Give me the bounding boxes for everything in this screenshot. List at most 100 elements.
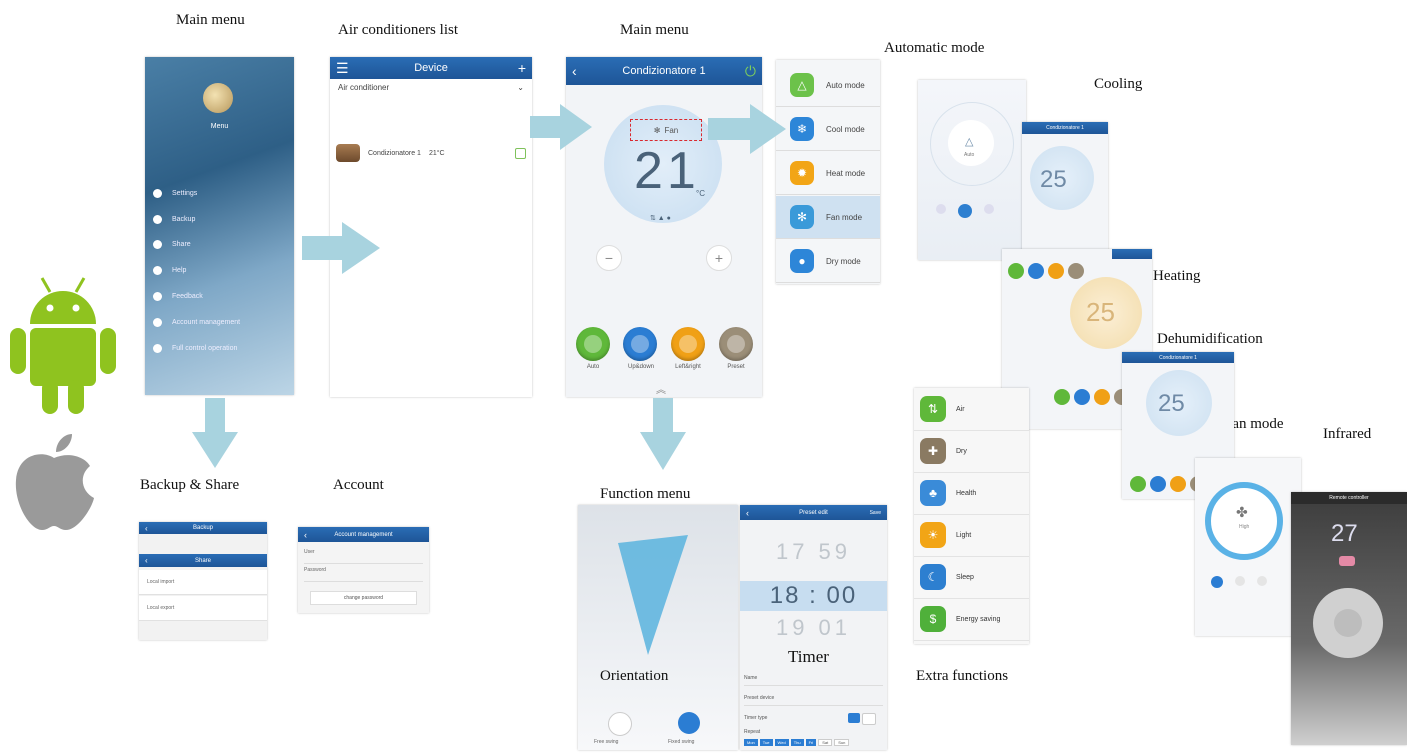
control-title: Condizionatore 1 <box>622 65 706 77</box>
chevron-up-icon[interactable]: ︽ <box>656 381 666 396</box>
menu-item-share[interactable]: Share <box>153 240 191 249</box>
extra-air[interactable]: ⇅ Air <box>914 388 1029 431</box>
backup-header: ‹ Backup <box>139 522 267 534</box>
updown-button[interactable] <box>623 327 657 361</box>
android-logo-icon <box>10 277 116 414</box>
ir-header: Remote controller <box>1291 492 1407 504</box>
updown-label: Up&down <box>627 364 654 370</box>
timer-field-preset[interactable]: Preset device <box>744 695 883 706</box>
local-import-row[interactable]: Local import <box>139 570 267 595</box>
avatar[interactable] <box>203 83 233 113</box>
on-toggle[interactable] <box>848 713 860 723</box>
preset-label: Preset <box>727 364 745 370</box>
auto-buttons <box>936 204 994 218</box>
mode-auto[interactable]: △ Auto mode <box>776 64 880 107</box>
screen-account: ‹ Account management User Password change… <box>298 527 429 613</box>
heat-top-buttons <box>1008 263 1084 279</box>
timer-row-next[interactable]: 19 01 <box>740 615 887 641</box>
auto-label: Auto <box>586 364 600 370</box>
timer-field-name[interactable]: Name <box>744 675 883 686</box>
mode-fan[interactable]: ✻ Fan mode <box>776 196 880 239</box>
help-icon <box>153 266 162 275</box>
extra-health[interactable]: ♣ Health <box>914 472 1029 515</box>
temperature-down-button[interactable]: − <box>596 245 622 271</box>
account-header: ‹ Account management <box>298 527 429 542</box>
local-export-row[interactable]: Local export <box>139 596 267 621</box>
fan-icon: ✻ <box>653 125 661 135</box>
back-icon[interactable]: ‹ <box>572 63 577 79</box>
light-icon: ☀ <box>920 522 946 548</box>
fan-dial <box>1205 482 1283 560</box>
menu-item-backup[interactable]: Backup <box>153 215 195 224</box>
day-sat[interactable]: Sat <box>818 739 833 746</box>
leftright-button[interactable] <box>671 327 705 361</box>
day-fri[interactable]: Fri <box>805 739 817 746</box>
back-icon[interactable]: ‹ <box>145 556 148 565</box>
feedback-icon <box>153 292 162 301</box>
hamburger-icon[interactable]: ☰ <box>336 60 349 77</box>
extra-light[interactable]: ☀ Light <box>914 514 1029 557</box>
timer-row-prev[interactable]: 17 59 <box>740 539 887 565</box>
arrow-menu-to-list <box>302 222 380 274</box>
screen-auto-mode: Auto △ <box>918 80 1026 260</box>
ir-dpad-center[interactable] <box>1334 609 1362 637</box>
day-tue[interactable]: Tue <box>759 739 773 746</box>
preset-button[interactable] <box>719 327 753 361</box>
device-item[interactable]: Condizionatore 1 21°C <box>336 141 526 165</box>
device-header: ☰ Device + <box>330 57 532 79</box>
temperature-up-button[interactable]: + <box>706 245 732 271</box>
off-toggle[interactable] <box>862 713 876 725</box>
timer-field-repeat[interactable]: Repeat <box>744 729 883 737</box>
extra-sleep[interactable]: ☾ Sleep <box>914 556 1029 599</box>
change-password-button[interactable]: change password <box>310 591 417 605</box>
menu-item-account[interactable]: Account management <box>153 318 240 327</box>
sleep-icon: ☾ <box>920 564 946 590</box>
section-air-conditioner[interactable]: Air conditioner ⌄ <box>338 83 524 92</box>
share-header: ‹ Share <box>139 554 267 567</box>
day-mon[interactable]: Mon <box>744 739 758 746</box>
arrow-menu-down <box>192 398 238 468</box>
mode-cool[interactable]: ❄ Cool mode <box>776 108 880 151</box>
mode-dry[interactable]: ● Dry mode <box>776 240 880 283</box>
apple-logo-icon <box>15 434 95 530</box>
dry-temp: 25 <box>1158 390 1185 417</box>
fan-dial-icon: ✤ <box>1236 504 1248 520</box>
timer-row-selected[interactable]: 18 : 00 <box>740 581 887 611</box>
sun-icon: ✹ <box>790 161 814 185</box>
user-icon <box>153 344 162 353</box>
user-icon <box>153 318 162 327</box>
auto-button[interactable] <box>576 327 610 361</box>
day-thu[interactable]: Thu <box>790 739 804 746</box>
caption-account: Account <box>333 477 384 493</box>
mode-heat[interactable]: ✹ Heat mode <box>776 152 880 195</box>
fixed-swing-button[interactable] <box>678 712 700 734</box>
power-icon[interactable] <box>515 147 526 159</box>
arrow-control-down <box>640 398 686 470</box>
power-button-icon[interactable]: ⏻ <box>745 63 756 80</box>
menu-item-feedback[interactable]: Feedback <box>153 292 203 301</box>
back-icon[interactable]: ‹ <box>304 530 307 540</box>
ir-mode-button[interactable] <box>1339 556 1355 566</box>
leftright-label: Left&right <box>675 364 701 370</box>
extra-energy-saving[interactable]: $ Energy saving <box>914 598 1029 641</box>
day-wed[interactable]: Wed <box>774 739 789 746</box>
dry-icon: ✚ <box>920 438 946 464</box>
extra-dry[interactable]: ✚ Dry <box>914 430 1029 473</box>
screen-backup: ‹ Backup ‹ Share Local import Local export <box>139 522 267 640</box>
water-drop-icon: ● <box>790 249 814 273</box>
control-header: ‹ Condizionatore 1 ⏻ <box>566 57 762 85</box>
free-swing-button[interactable] <box>608 712 632 736</box>
add-icon[interactable]: + <box>518 60 526 76</box>
arrow-control-to-modes <box>708 104 786 154</box>
menu-item-full-control[interactable]: Full control operation <box>153 344 237 353</box>
menu-item-settings[interactable]: Settings <box>153 189 197 198</box>
screen-extra-functions: ⇅ Air ✚ Dry ♣ Health ☀ Light ☾ Sleep $ Energy … <box>914 388 1029 644</box>
save-button[interactable]: Save <box>870 510 881 516</box>
day-sun[interactable]: Sun <box>834 739 850 746</box>
menu-item-help[interactable]: Help <box>153 266 186 275</box>
back-icon[interactable]: ‹ <box>746 508 749 518</box>
account-password-row[interactable]: Password <box>304 567 423 582</box>
back-icon[interactable]: ‹ <box>145 524 148 533</box>
account-user-row[interactable]: User <box>304 549 423 564</box>
backup-icon <box>153 215 162 224</box>
